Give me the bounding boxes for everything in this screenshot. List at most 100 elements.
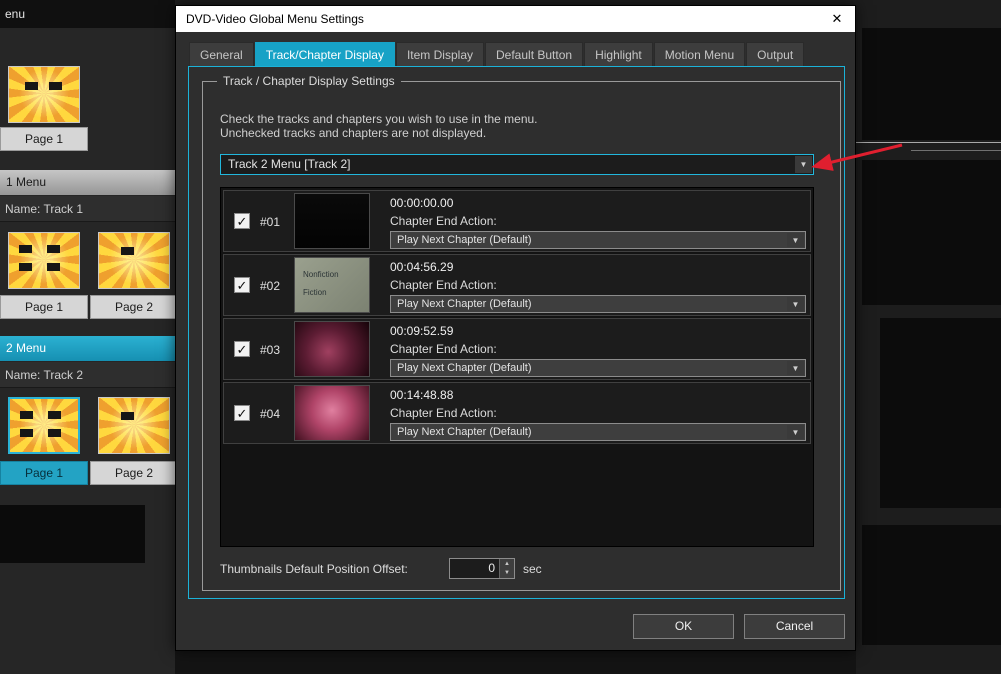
thumbnail-offset-label: Thumbnails Default Position Offset: (220, 562, 408, 576)
chapter-thumbnail (294, 321, 370, 377)
menu-button-shape (121, 247, 134, 255)
background-panel (0, 505, 145, 563)
chapter-row: ✓ #01 00:00:00.00 Chapter End Action: Pl… (223, 190, 811, 252)
chapter-end-action-select[interactable]: Play Next Chapter (Default) ▼ (390, 231, 806, 249)
tab-track-chapter-display[interactable]: Track/Chapter Display (254, 42, 395, 66)
chapter-end-action-value: Play Next Chapter (Default) (397, 234, 532, 246)
track2-menu-name: Name: Track 2 (0, 362, 175, 388)
track-menu-select-value: Track 2 Menu [Track 2] (228, 157, 351, 171)
background-panel (862, 160, 1001, 305)
group-title: Track / Chapter Display Settings (217, 74, 401, 88)
dialog-tabs: General Track/Chapter Display Item Displ… (189, 42, 805, 66)
screen: enu Page 1 1 Menu Name: Track 1 Page 1 P… (0, 0, 1001, 674)
dvd-global-menu-settings-dialog: DVD-Video Global Menu Settings ✕ General… (175, 5, 856, 651)
spinner-up-icon[interactable]: ▲ (499, 559, 514, 569)
thumbnail-offset-value: 0 (488, 561, 495, 575)
annotation-arrow (811, 143, 903, 171)
background-panel (862, 28, 1001, 140)
menu-button-shape (49, 82, 62, 90)
tab-general[interactable]: General (189, 42, 254, 66)
chapter-thumbnail (294, 385, 370, 441)
chevron-down-icon[interactable]: ▼ (787, 233, 804, 247)
instruction-line-2: Unchecked tracks and chapters are not di… (220, 126, 487, 140)
chevron-down-icon[interactable]: ▼ (787, 297, 804, 311)
dialog-titlebar[interactable]: DVD-Video Global Menu Settings ✕ (176, 6, 855, 32)
chapter-checkbox[interactable]: ✓ (234, 213, 250, 229)
thumbnail-text: Nonfiction (303, 270, 339, 279)
chevron-down-icon[interactable]: ▼ (787, 425, 804, 439)
menu-button-shape (20, 411, 33, 419)
menu-button-shape (19, 245, 32, 253)
background-panel (175, 651, 856, 674)
track1-menu-name: Name: Track 1 (0, 196, 175, 222)
menu-list-header: enu (0, 0, 175, 28)
tab-output[interactable]: Output (746, 42, 805, 66)
close-icon[interactable]: ✕ (825, 6, 849, 32)
track-menu-select[interactable]: Track 2 Menu [Track 2] ▼ (220, 154, 814, 175)
dialog-title: DVD-Video Global Menu Settings (186, 12, 364, 26)
chapter-timecode: 00:04:56.29 (390, 260, 454, 274)
chapter-number: #03 (260, 343, 281, 357)
chapter-end-action-select[interactable]: Play Next Chapter (Default) ▼ (390, 423, 806, 441)
thumbnail-text: Fiction (303, 288, 327, 297)
tab-default-button[interactable]: Default Button (485, 42, 584, 66)
menu-button-shape (121, 412, 134, 420)
track1-page1-label[interactable]: Page 1 (0, 295, 88, 319)
track1-page2-thumbnail[interactable] (98, 232, 170, 289)
chapter-end-action-label: Chapter End Action: (390, 342, 497, 356)
ok-button[interactable]: OK (633, 614, 734, 639)
menu-button-shape (19, 263, 32, 271)
project-panel: enu Page 1 1 Menu Name: Track 1 Page 1 P… (0, 0, 178, 674)
chapter-end-action-select[interactable]: Play Next Chapter (Default) ▼ (390, 359, 806, 377)
thumbnail-offset-spinner[interactable]: 0 ▲ ▼ (449, 558, 515, 579)
background-panel (880, 318, 1001, 508)
divider (911, 150, 1001, 151)
menu-button-shape (47, 263, 60, 271)
track1-page1-thumbnail[interactable] (8, 232, 80, 289)
chapter-timecode: 00:09:52.59 (390, 324, 454, 338)
chapter-row: ✓ #02 Nonfiction Fiction 00:04:56.29 Cha… (223, 254, 811, 316)
track2-menu-header[interactable]: 2 Menu (0, 336, 175, 361)
menu-button-shape (48, 411, 61, 419)
chapter-checkbox[interactable]: ✓ (234, 405, 250, 421)
menu-button-shape (47, 245, 60, 253)
spinner-buttons: ▲ ▼ (499, 559, 514, 578)
chapter-thumbnail (294, 193, 370, 249)
right-background-panel (856, 0, 1001, 674)
tab-motion-menu[interactable]: Motion Menu (653, 42, 746, 66)
menu-page-thumbnail[interactable] (8, 66, 80, 123)
chapter-number: #01 (260, 215, 281, 229)
background-panel (862, 525, 1001, 645)
chapter-timecode: 00:00:00.00 (390, 196, 454, 210)
chapter-end-action-label: Chapter End Action: (390, 214, 497, 228)
chapter-end-action-value: Play Next Chapter (Default) (397, 426, 532, 438)
track2-page2-thumbnail[interactable] (98, 397, 170, 454)
track1-menu-header[interactable]: 1 Menu (0, 170, 175, 195)
spinner-down-icon[interactable]: ▼ (499, 568, 514, 578)
chapter-checkbox[interactable]: ✓ (234, 341, 250, 357)
chapter-end-action-select[interactable]: Play Next Chapter (Default) ▼ (390, 295, 806, 313)
chapter-thumbnail: Nonfiction Fiction (294, 257, 370, 313)
menu-button-shape (25, 82, 38, 90)
track2-page1-label[interactable]: Page 1 (0, 461, 88, 485)
chapter-row: ✓ #04 00:14:48.88 Chapter End Action: Pl… (223, 382, 811, 444)
tab-item-display[interactable]: Item Display (395, 42, 484, 66)
chapter-end-action-value: Play Next Chapter (Default) (397, 362, 532, 374)
track2-page1-thumbnail[interactable] (8, 397, 80, 454)
page-label[interactable]: Page 1 (0, 127, 88, 151)
track-chapter-display-group: Track / Chapter Display Settings Check t… (202, 74, 841, 591)
tab-highlight[interactable]: Highlight (584, 42, 653, 66)
track1-page2-label[interactable]: Page 2 (90, 295, 178, 319)
cancel-button[interactable]: Cancel (744, 614, 845, 639)
track2-page2-label[interactable]: Page 2 (90, 461, 178, 485)
menu-button-shape (20, 429, 33, 437)
chapter-number: #02 (260, 279, 281, 293)
instruction-line-1: Check the tracks and chapters you wish t… (220, 112, 538, 126)
menu-button-shape (48, 429, 61, 437)
chapter-list: ✓ #01 00:00:00.00 Chapter End Action: Pl… (220, 187, 814, 547)
chevron-down-icon[interactable]: ▼ (787, 361, 804, 375)
tab-content-panel: Track / Chapter Display Settings Check t… (188, 66, 845, 599)
chapter-checkbox[interactable]: ✓ (234, 277, 250, 293)
chapter-timecode: 00:14:48.88 (390, 388, 454, 402)
thumbnail-offset-unit: sec (523, 562, 542, 576)
